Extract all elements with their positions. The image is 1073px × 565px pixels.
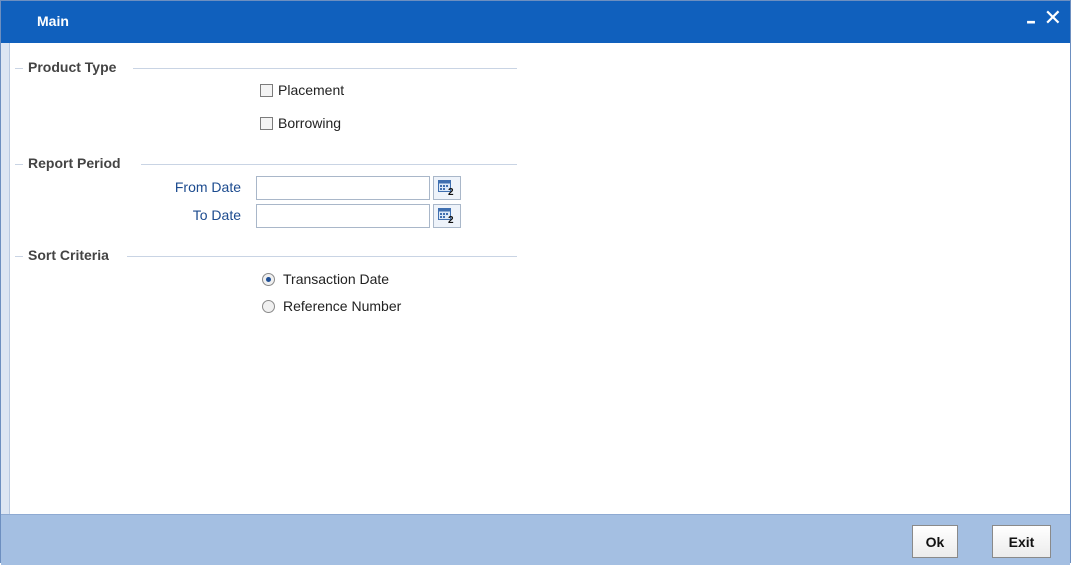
calendar-icon: 2 <box>438 180 454 196</box>
placement-label: Placement <box>278 82 345 98</box>
footer-bar <box>1 514 1070 565</box>
window-title: Main <box>37 13 69 29</box>
transaction-date-radio[interactable] <box>262 272 275 286</box>
placement-checkbox-row[interactable]: Placement <box>260 82 344 98</box>
sort-criteria-title: Sort Criteria <box>28 247 115 263</box>
exit-button[interactable]: Exit <box>992 525 1051 558</box>
report-period-legend: Report Period <box>15 155 517 173</box>
to-date-calendar-button[interactable]: 2 <box>433 204 461 228</box>
main-window: Main – ✕ Product Type Placement Borrowin… <box>0 0 1071 565</box>
reference-number-radio[interactable] <box>262 299 275 313</box>
from-date-input[interactable] <box>256 176 430 200</box>
svg-text:2: 2 <box>448 187 454 196</box>
product-type-title: Product Type <box>28 59 123 75</box>
ok-button[interactable]: Ok <box>912 525 958 558</box>
borrowing-label: Borrowing <box>278 115 342 131</box>
minimize-icon[interactable]: – <box>1026 9 1036 33</box>
to-date-input[interactable] <box>256 204 430 228</box>
reference-number-radio-row[interactable]: Reference Number <box>262 298 401 314</box>
borrowing-checkbox[interactable] <box>260 116 273 130</box>
sort-criteria-legend: Sort Criteria <box>15 247 517 265</box>
report-period-title: Report Period <box>28 155 127 171</box>
placement-checkbox[interactable] <box>260 83 273 97</box>
transaction-date-radio-row[interactable]: Transaction Date <box>262 271 389 287</box>
from-date-calendar-button[interactable]: 2 <box>433 176 461 200</box>
product-type-legend: Product Type <box>15 59 517 77</box>
left-border <box>1 43 10 516</box>
svg-text:2: 2 <box>448 215 454 224</box>
reference-number-label: Reference Number <box>283 298 402 314</box>
from-date-label: From Date <box>174 179 241 195</box>
transaction-date-label: Transaction Date <box>283 271 390 287</box>
borrowing-checkbox-row[interactable]: Borrowing <box>260 115 341 131</box>
calendar-icon: 2 <box>438 208 454 224</box>
title-bar: Main – ✕ <box>1 1 1070 43</box>
close-icon[interactable]: ✕ <box>1044 6 1062 31</box>
to-date-label: To Date <box>192 207 241 223</box>
